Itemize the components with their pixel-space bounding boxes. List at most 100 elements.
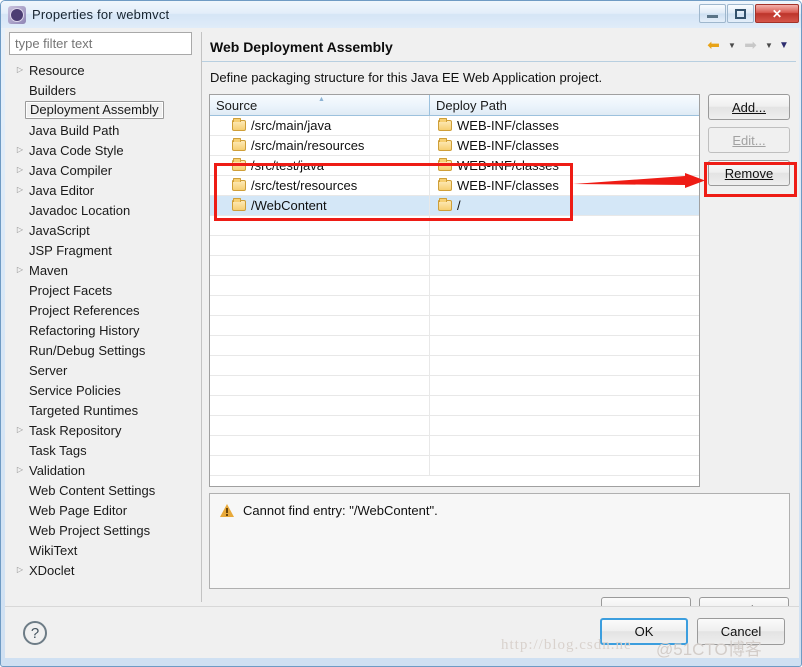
chevron-right-icon[interactable]: ▷ (13, 566, 27, 574)
add-button[interactable]: Add... (708, 94, 790, 120)
menu-chevron-down-icon[interactable]: ▼ (778, 38, 790, 54)
assembly-table[interactable]: Source ▲ Deploy Path /src/main/java WEB-I… (209, 94, 700, 487)
restore-button[interactable] (727, 4, 754, 23)
sidebar-item-validation[interactable]: ▷ Validation (9, 460, 192, 480)
table-empty-row (210, 216, 699, 236)
sidebar-item-task-repository[interactable]: ▷ Task Repository (9, 420, 192, 440)
column-header-source[interactable]: Source ▲ (210, 95, 430, 115)
back-arrow-icon[interactable]: ⬅ (704, 37, 723, 54)
table-row[interactable]: /WebContent / (210, 195, 699, 216)
chevron-right-icon[interactable]: ▷ (13, 146, 27, 154)
table-row[interactable]: /src/test/java WEB-INF/classes (210, 155, 699, 176)
cell-deploy-path-label: WEB-INF/classes (457, 118, 559, 133)
cell-deploy-path: WEB-INF/classes (430, 156, 699, 176)
folder-icon (232, 178, 246, 191)
cell-source-label: /src/test/resources (251, 178, 358, 193)
sidebar-item-javadoc-location[interactable]: Javadoc Location (9, 200, 192, 220)
cell-source: /src/main/resources (210, 135, 430, 156)
sidebar-item-resource[interactable]: ▷ Resource (9, 60, 192, 80)
ok-button[interactable]: OK (600, 618, 688, 645)
minimize-button[interactable] (699, 4, 726, 23)
chevron-right-icon[interactable]: ▷ (13, 466, 27, 474)
sidebar-item-java-build-path[interactable]: Java Build Path (9, 120, 192, 140)
sidebar-item-web-project-settings[interactable]: Web Project Settings (9, 520, 192, 540)
table-row[interactable]: /src/main/resources WEB-INF/classes (210, 135, 699, 156)
table-action-buttons: Add... Edit... Remove (708, 94, 790, 186)
warning-icon (220, 504, 235, 518)
table-empty-row (210, 376, 699, 396)
gear-icon (8, 5, 26, 24)
sidebar-item-label: Deployment Assembly (25, 101, 164, 119)
sidebar-item-label: Server (29, 362, 68, 378)
sidebar-item-deployment-assembly[interactable]: Deployment Assembly (9, 100, 192, 120)
page-title: Web Deployment Assembly (210, 38, 393, 55)
cell-deploy-path: / (430, 196, 699, 216)
column-header-source-label: Source (216, 97, 258, 113)
sidebar-item-jsp-fragment[interactable]: JSP Fragment (9, 240, 192, 260)
cell-source: /src/main/java (210, 115, 430, 136)
remove-button[interactable]: Remove (708, 160, 790, 186)
table-row[interactable]: /src/main/java WEB-INF/classes (210, 115, 699, 136)
sidebar-item-wikitext[interactable]: WikiText (9, 540, 192, 560)
settings-tree[interactable]: ▷ Resource Builders Deployment Assembly Java… (9, 60, 192, 600)
filter-input[interactable] (9, 32, 192, 55)
folder-icon (232, 138, 246, 151)
chevron-right-icon[interactable]: ▷ (13, 226, 27, 234)
sidebar-item-label: JavaScript (29, 222, 90, 238)
table-empty-row (210, 236, 699, 256)
sidebar-item-builders[interactable]: Builders (9, 80, 192, 100)
chevron-right-icon[interactable]: ▷ (13, 66, 27, 74)
sidebar-item-label: Service Policies (29, 382, 121, 398)
chevron-right-icon[interactable]: ▷ (13, 166, 27, 174)
chevron-right-icon[interactable]: ▷ (13, 426, 27, 434)
cancel-button[interactable]: Cancel (697, 618, 785, 645)
close-button[interactable]: ✕ (755, 4, 799, 23)
chevron-right-icon[interactable]: ▷ (13, 266, 27, 274)
sidebar-item-java-compiler[interactable]: ▷ Java Compiler (9, 160, 192, 180)
folder-icon (232, 158, 246, 171)
column-header-deploy-path[interactable]: Deploy Path (430, 95, 699, 115)
settings-sidebar: ▷ResourceBuildersDeployment AssemblyJava… (9, 32, 197, 602)
table-empty-row (210, 316, 699, 336)
sidebar-item-java-code-style[interactable]: ▷ Java Code Style (9, 140, 192, 160)
table-empty-row (210, 336, 699, 356)
sidebar-item-service-policies[interactable]: Service Policies (9, 380, 192, 400)
window-controls: ✕ (699, 4, 799, 23)
folder-icon (438, 138, 452, 151)
dialog-body: ▷ResourceBuildersDeployment AssemblyJava… (5, 28, 799, 623)
sidebar-item-label: Refactoring History (29, 322, 140, 338)
table-row[interactable]: /src/test/resources WEB-INF/classes (210, 175, 699, 196)
sidebar-item-javascript[interactable]: ▷ JavaScript (9, 220, 192, 240)
folder-icon (438, 178, 452, 191)
folder-icon (438, 118, 452, 131)
sidebar-item-xdoclet[interactable]: ▷ XDoclet (9, 560, 192, 580)
sidebar-item-refactoring-history[interactable]: Refactoring History (9, 320, 192, 340)
table-empty-row (210, 416, 699, 436)
folder-icon (232, 118, 246, 131)
sidebar-item-label: Resource (29, 62, 85, 78)
cell-source-label: /src/test/java (251, 158, 324, 173)
sidebar-item-task-tags[interactable]: Task Tags (9, 440, 192, 460)
sidebar-item-run-debug-settings[interactable]: Run/Debug Settings (9, 340, 192, 360)
sidebar-item-java-editor[interactable]: ▷ Java Editor (9, 180, 192, 200)
sidebar-item-label: Task Repository (29, 422, 122, 438)
sidebar-item-label: Targeted Runtimes (29, 402, 139, 418)
dialog-footer: ? OK Cancel (5, 606, 799, 658)
sidebar-item-label: Builders (29, 82, 76, 98)
table-empty-row (210, 356, 699, 376)
back-chevron-down-icon[interactable]: ▼ (726, 38, 738, 54)
remove-button-label: Remove (724, 165, 774, 181)
cell-source: /src/test/java (210, 155, 430, 176)
forward-chevron-down-icon[interactable]: ▼ (763, 38, 775, 54)
sidebar-item-maven[interactable]: ▷ Maven (9, 260, 192, 280)
sidebar-item-project-facets[interactable]: Project Facets (9, 280, 192, 300)
sidebar-item-label: Java Editor (29, 182, 95, 198)
chevron-right-icon[interactable]: ▷ (13, 186, 27, 194)
sidebar-item-web-content-settings[interactable]: Web Content Settings (9, 480, 192, 500)
sidebar-item-project-references[interactable]: Project References (9, 300, 192, 320)
sidebar-item-label: WikiText (29, 542, 78, 558)
sidebar-item-web-page-editor[interactable]: Web Page Editor (9, 500, 192, 520)
question-mark-icon[interactable]: ? (23, 621, 47, 645)
sidebar-item-targeted-runtimes[interactable]: Targeted Runtimes (9, 400, 192, 420)
sidebar-item-server[interactable]: Server (9, 360, 192, 380)
